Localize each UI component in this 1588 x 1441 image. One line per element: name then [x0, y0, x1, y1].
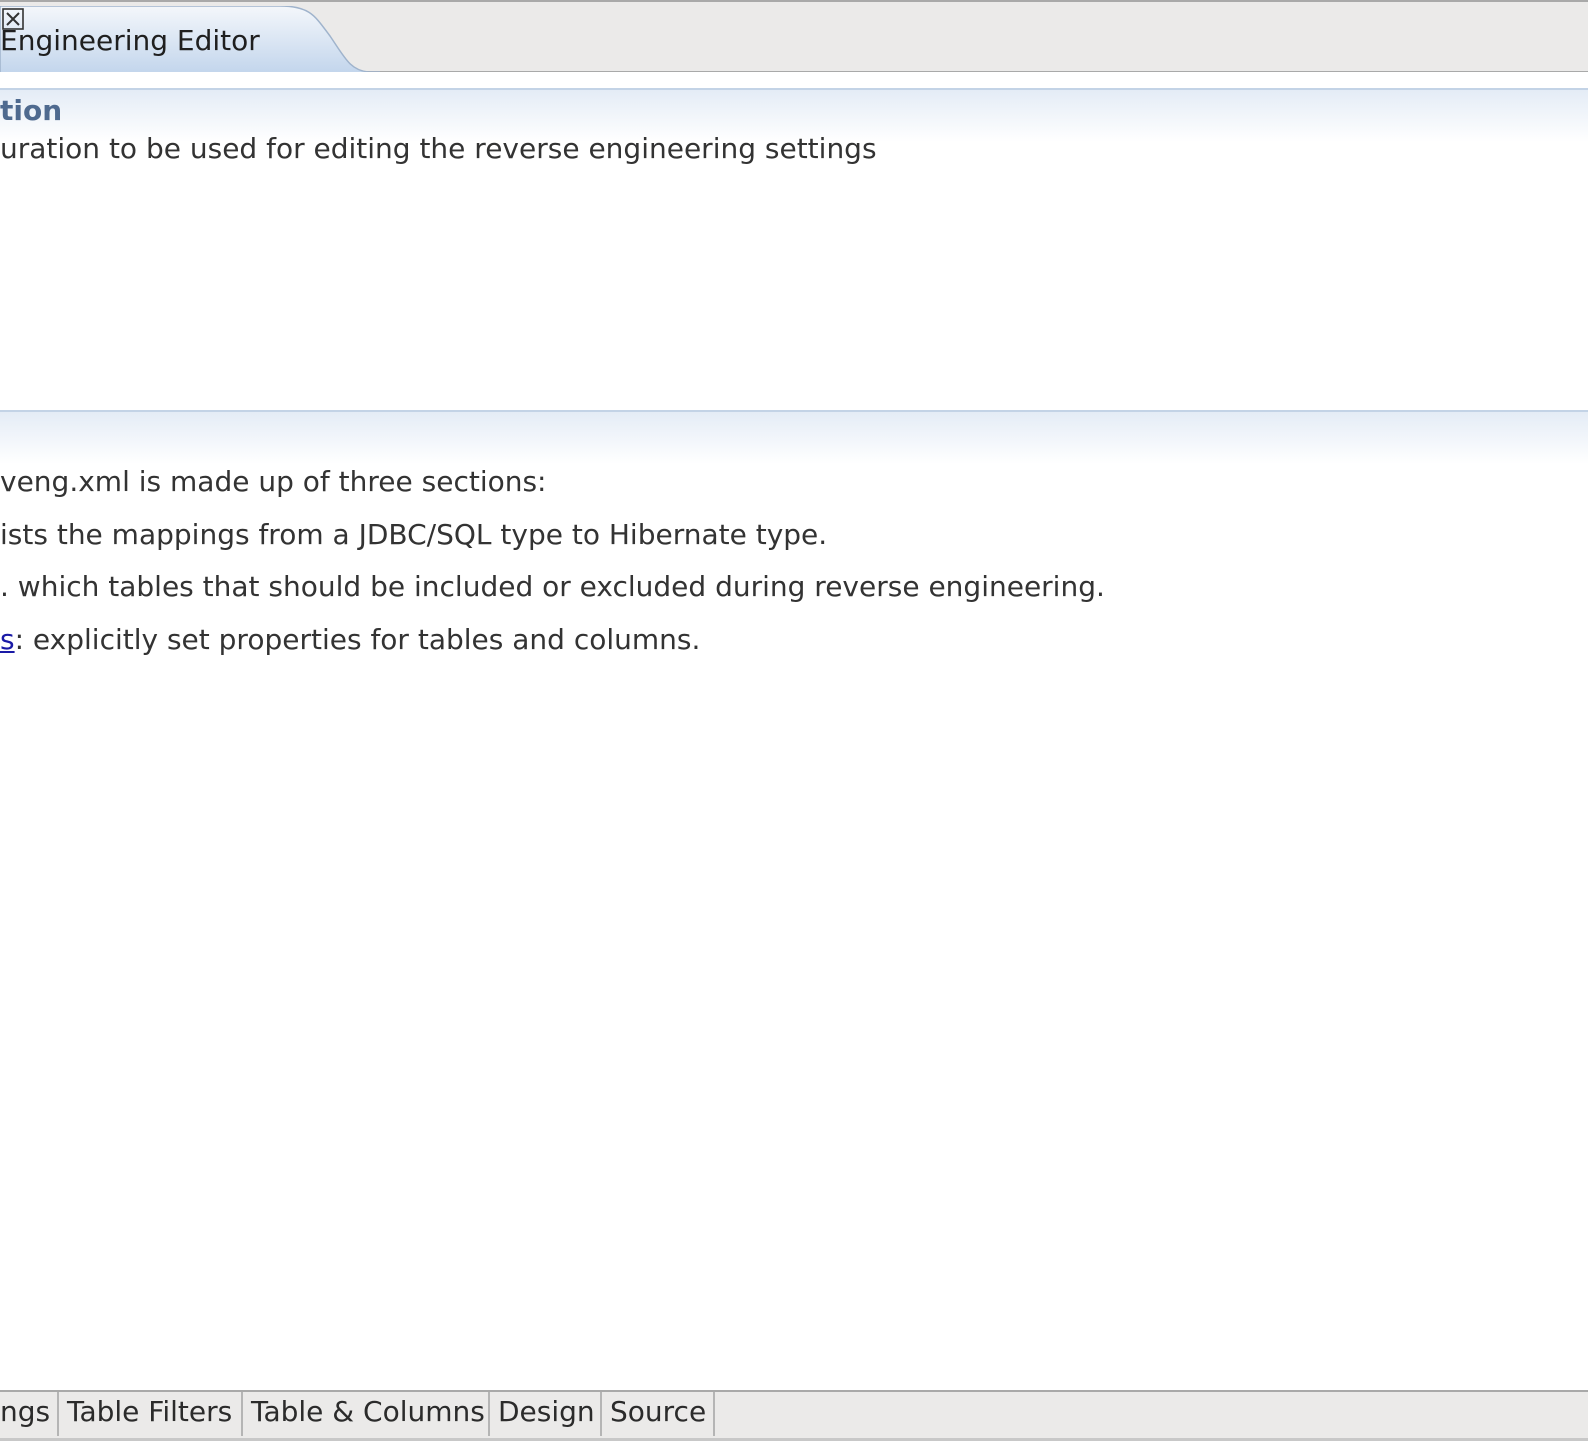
contents-item-table-filters: . which tables that should be included o… [0, 570, 1105, 603]
tab-table-filters[interactable]: Table Filters [59, 1392, 243, 1436]
tab-table-columns-label: Table & Columns [251, 1395, 485, 1428]
configuration-description: uration to be used for editing the rever… [0, 132, 877, 165]
configuration-section-title: tion [0, 94, 63, 127]
contents-section-header[interactable] [0, 410, 1588, 464]
contents-item-type-mappings: ists the mappings from a JDBC/SQL type t… [0, 518, 828, 551]
table-columns-description: : explicitly set properties for tables a… [14, 623, 701, 656]
tab-source-label: Source [610, 1395, 707, 1428]
contents-intro: veng.xml is made up of three sections: [0, 465, 547, 498]
tab-type-mappings[interactable]: ngs [0, 1392, 59, 1436]
page-tab-bar: ngs Table Filters Table & Columns Design… [0, 1390, 1588, 1441]
tab-table-columns[interactable]: Table & Columns [243, 1392, 490, 1436]
tab-design[interactable]: Design [490, 1392, 602, 1436]
close-icon[interactable] [0, 6, 26, 32]
tab-design-label: Design [498, 1395, 595, 1428]
table-columns-link[interactable]: s [0, 623, 15, 656]
editor-form: tion uration to be used for editing the … [0, 72, 1588, 1390]
editor-tab[interactable]: Engineering Editor [0, 6, 380, 74]
contents-item-table-columns: s: explicitly set properties for tables … [0, 623, 700, 656]
tab-source[interactable]: Source [602, 1392, 715, 1436]
editor-tab-bar: Engineering Editor [0, 0, 1588, 74]
tab-type-mappings-label: ngs [0, 1395, 51, 1428]
editor-tab-label: Engineering Editor [0, 24, 260, 57]
tab-table-filters-label: Table Filters [67, 1395, 233, 1428]
